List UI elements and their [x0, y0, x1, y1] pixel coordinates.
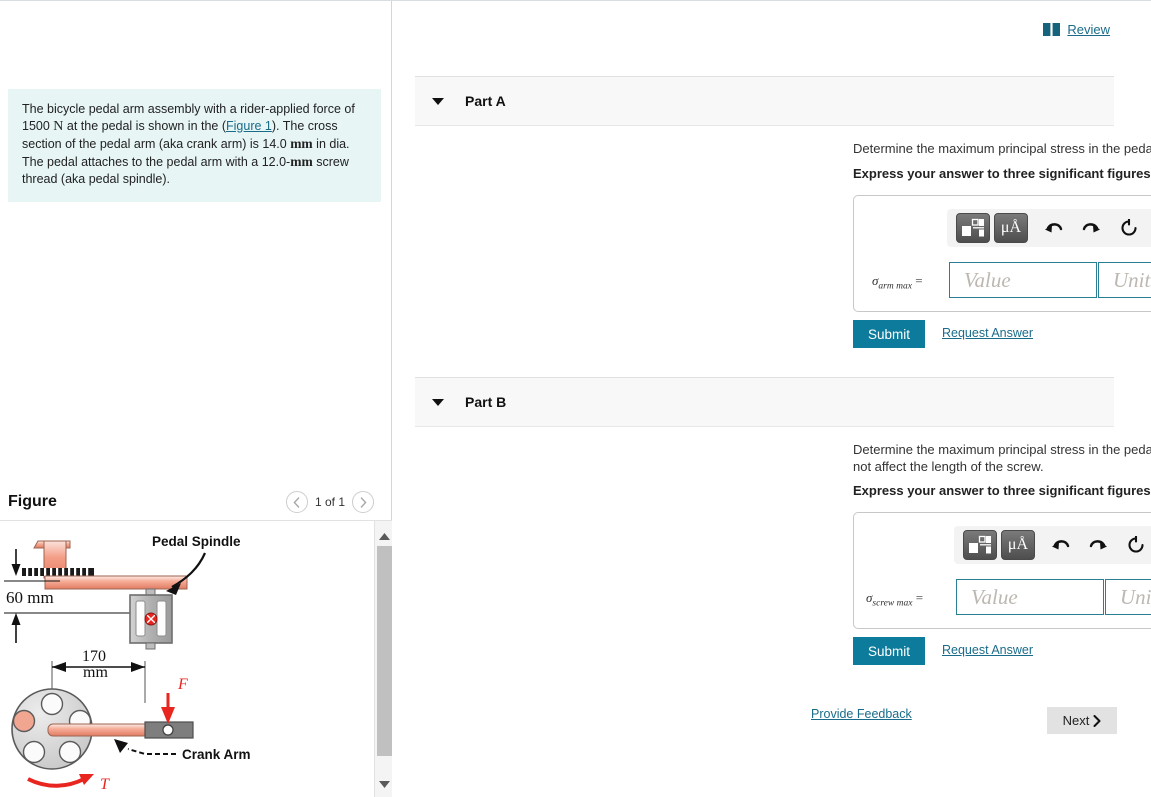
part-b-question: Determine the maximum principal stress i…: [853, 442, 1151, 474]
next-button[interactable]: Next: [1047, 707, 1117, 734]
reset-button[interactable]: [1112, 213, 1146, 243]
part-a-question: Determine the maximum principal stress i…: [853, 141, 1151, 156]
chevron-right-icon: [360, 496, 367, 508]
part-a-header[interactable]: Part A: [415, 76, 1114, 126]
left-panel: The bicycle pedal arm assembly with a ri…: [0, 1, 392, 797]
part-b-answer-panel: μÅ σscrew max = Value Units: [853, 512, 1151, 629]
force-label: F: [177, 676, 188, 693]
right-panel: Review Part A Determine the maximum prin…: [393, 1, 1151, 797]
units-button[interactable]: μÅ: [994, 213, 1028, 243]
figure-page-label: 1 of 1: [314, 495, 345, 509]
units-button-label: μÅ: [1007, 536, 1029, 553]
math-template-icon: [969, 535, 991, 554]
dim-mm-label: mm: [83, 664, 108, 681]
pedal-arm-diagram: 60 mm Pedal Spindle 170 mm F Crank Arm T: [4, 534, 251, 793]
redo-arrow-icon: [1089, 539, 1107, 549]
part-b-instruction: Express your answer to three significant…: [853, 483, 1151, 498]
math-template-icon: [962, 218, 984, 237]
reset-circle-icon: [1121, 219, 1137, 236]
problem-text-2: at the pedal is shown in the (: [63, 119, 227, 133]
part-a-toolbar: μÅ: [947, 209, 1151, 247]
scroll-down-button[interactable]: [375, 775, 392, 793]
next-button-label: Next: [1062, 713, 1090, 728]
scroll-up-button[interactable]: [375, 527, 392, 545]
reset-circle-icon: [1128, 536, 1144, 553]
provide-feedback-link[interactable]: Provide Feedback: [811, 707, 912, 721]
part-b-title: Part B: [465, 394, 507, 410]
undo-arrow-icon: [1044, 222, 1062, 232]
redo-arrow-icon: [1082, 222, 1100, 232]
redo-button[interactable]: [1074, 213, 1108, 243]
caret-down-icon[interactable]: [432, 398, 444, 406]
triangle-up-icon: [378, 532, 390, 540]
part-b-submit-button[interactable]: Submit: [853, 637, 925, 665]
torque-label: T: [100, 776, 110, 793]
part-a-instruction: Express your answer to three significant…: [853, 166, 1151, 181]
figure-prev-button[interactable]: [285, 491, 308, 513]
redo-button[interactable]: [1081, 530, 1115, 560]
reset-button[interactable]: [1119, 530, 1151, 560]
problem-statement: The bicycle pedal arm assembly with a ri…: [8, 89, 381, 202]
part-a-units-input[interactable]: [1098, 262, 1151, 298]
dim-60mm-label: 60 mm: [6, 588, 54, 607]
part-a-submit-button[interactable]: Submit: [853, 320, 925, 348]
part-b-toolbar: μÅ: [954, 526, 1151, 564]
book-icon: [1043, 23, 1061, 36]
scrollbar-thumb[interactable]: [377, 546, 392, 756]
figure-1-link[interactable]: Figure 1: [226, 119, 272, 133]
force-unit: N: [53, 119, 64, 134]
part-b-request-answer-link[interactable]: Request Answer: [942, 643, 1033, 657]
figure-title: Figure: [8, 493, 57, 510]
figure-scrollbar[interactable]: [374, 521, 392, 797]
undo-button[interactable]: [1036, 213, 1070, 243]
part-a-value-input[interactable]: [949, 262, 1097, 298]
figure-pager: 1 of 1: [285, 484, 374, 520]
figure-header: Figure 1 of 1: [0, 484, 392, 520]
page-root: The bicycle pedal arm assembly with a ri…: [0, 0, 1151, 797]
caret-down-icon[interactable]: [432, 97, 444, 105]
part-b-header[interactable]: Part B: [415, 377, 1114, 427]
crank-arm-label: Crank Arm: [182, 747, 251, 762]
part-b-value-input[interactable]: [956, 579, 1104, 615]
dim-170-label: 170: [82, 648, 106, 665]
part-b-answer-label: σscrew max =: [866, 590, 923, 609]
pedal-spindle-label: Pedal Spindle: [152, 534, 241, 549]
screw-unit: mm: [290, 154, 313, 169]
thread-band: [22, 568, 94, 576]
part-b-equals: =: [915, 590, 924, 605]
part-b-units-input[interactable]: [1105, 579, 1151, 615]
review-row: Review: [1043, 22, 1110, 37]
part-a-request-answer-link[interactable]: Request Answer: [942, 326, 1033, 340]
part-a-title: Part A: [465, 93, 506, 109]
chevron-left-icon: [293, 496, 300, 508]
math-template-button[interactable]: [963, 530, 997, 560]
chevron-right-icon: [1093, 714, 1101, 727]
triangle-down-icon: [378, 780, 390, 788]
undo-button[interactable]: [1043, 530, 1077, 560]
units-button[interactable]: μÅ: [1001, 530, 1035, 560]
units-button-label: μÅ: [1000, 219, 1022, 236]
figure-panel: 60 mm Pedal Spindle 170 mm F Crank Arm T: [0, 520, 392, 797]
math-template-button[interactable]: [956, 213, 990, 243]
diameter-unit: mm: [290, 136, 313, 151]
part-b-subscript: screw max: [872, 598, 913, 609]
part-a-answer-label: σarm max =: [872, 273, 923, 292]
figure-next-button[interactable]: [352, 491, 374, 513]
part-a-answer-panel: μÅ σarm max = Value Units: [853, 195, 1151, 312]
part-a-equals: =: [915, 273, 923, 288]
undo-arrow-icon: [1051, 539, 1069, 549]
review-link[interactable]: Review: [1067, 22, 1110, 37]
part-a-subscript: arm max: [878, 281, 912, 292]
